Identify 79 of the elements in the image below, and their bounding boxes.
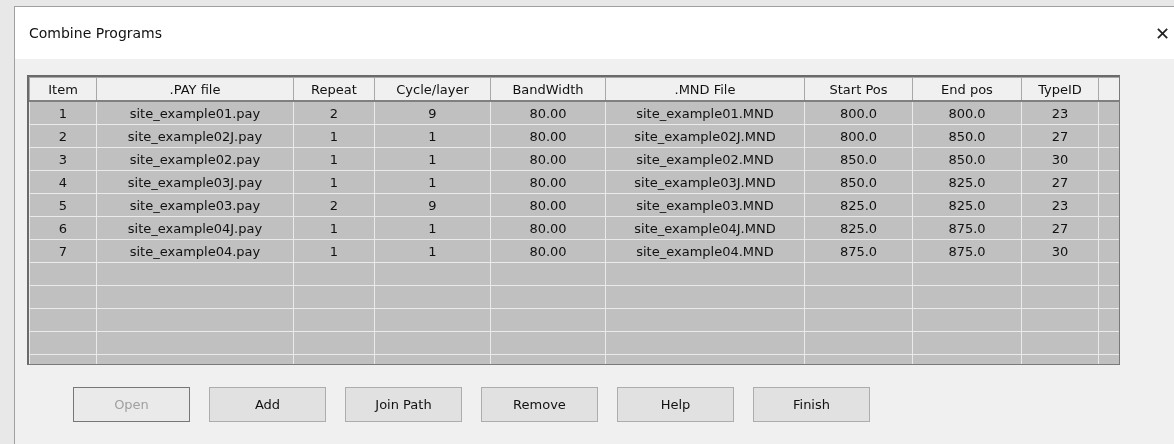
table-cell: 9 — [374, 101, 491, 125]
table-cell: 5 — [29, 193, 97, 217]
table-cell: 850.0 — [804, 147, 913, 171]
table-cell: 800.0 — [804, 124, 913, 148]
table-cell: 825.0 — [804, 216, 913, 240]
column-header[interactable]: Repeat — [293, 77, 375, 101]
table-cell: 3 — [29, 147, 97, 171]
table-cell: site_example02J.pay — [96, 124, 294, 148]
table-cell: site_example02.pay — [96, 147, 294, 171]
table-cell: site_example04.MND — [605, 239, 805, 263]
table-cell: site_example01.MND — [605, 101, 805, 125]
table-cell: 850.0 — [912, 147, 1022, 171]
table-cell: 80.00 — [490, 147, 606, 171]
table-cell: 1 — [293, 124, 375, 148]
table-cell: site_example02.MND — [605, 147, 805, 171]
table-cell: 1 — [29, 101, 97, 125]
dialog-button[interactable]: Finish — [753, 387, 870, 422]
table-cell: 27 — [1021, 216, 1099, 240]
table-cell: 800.0 — [804, 101, 913, 125]
column-header[interactable]: Start Pos — [804, 77, 913, 101]
table-cell: 1 — [293, 239, 375, 263]
column-header[interactable]: TypeID — [1021, 77, 1099, 101]
table-cell: 80.00 — [490, 101, 606, 125]
table-cell: site_example04J.pay — [96, 216, 294, 240]
column-header[interactable]: .PAY file — [96, 77, 294, 101]
table-cell: 850.0 — [804, 170, 913, 194]
table-cell: 1 — [293, 147, 375, 171]
table-cell: site_example04J.MND — [605, 216, 805, 240]
table-cell: site_example03J.pay — [96, 170, 294, 194]
table-cell: 80.00 — [490, 193, 606, 217]
table-cell: 875.0 — [912, 239, 1022, 263]
table-cell: 1 — [374, 170, 491, 194]
table-cell: 9 — [374, 193, 491, 217]
column-header[interactable]: End pos — [912, 77, 1022, 101]
table-cell: 825.0 — [804, 193, 913, 217]
table-cell: 4 — [29, 170, 97, 194]
column-header[interactable]: BandWidth — [490, 77, 606, 101]
table-cell: 1 — [293, 170, 375, 194]
close-button[interactable]: ✕ — [1150, 22, 1174, 44]
dialog-button[interactable]: Join Path — [345, 387, 462, 422]
table-cell: 2 — [29, 124, 97, 148]
table-cell: site_example03J.MND — [605, 170, 805, 194]
table-cell: 7 — [29, 239, 97, 263]
window-title: Combine Programs — [29, 25, 163, 41]
table-cell: 1 — [293, 216, 375, 240]
table-cell: 6 — [29, 216, 97, 240]
column-header[interactable]: Item — [29, 77, 97, 101]
table-cell: 80.00 — [490, 216, 606, 240]
table-cell: site_example04.pay — [96, 239, 294, 263]
table-cell: site_example02J.MND — [605, 124, 805, 148]
table-cell: 23 — [1021, 193, 1099, 217]
table-cell: site_example03.pay — [96, 193, 294, 217]
table-cell: 1 — [374, 239, 491, 263]
table-cell: site_example01.pay — [96, 101, 294, 125]
table-cell: 825.0 — [912, 170, 1022, 194]
column-header[interactable]: .MND File — [605, 77, 805, 101]
table-cell: 1 — [374, 124, 491, 148]
table-cell: 875.0 — [912, 216, 1022, 240]
table-cell: 875.0 — [804, 239, 913, 263]
table-cell: 1 — [374, 147, 491, 171]
table-cell: 23 — [1021, 101, 1099, 125]
dialog-button[interactable]: Add — [209, 387, 326, 422]
table-cell: 850.0 — [912, 124, 1022, 148]
table-cell: 80.00 — [490, 124, 606, 148]
table-cell: 27 — [1021, 170, 1099, 194]
table-cell: 80.00 — [490, 170, 606, 194]
table-cell: 30 — [1021, 239, 1099, 263]
column-header[interactable]: Cycle/layer — [374, 77, 491, 101]
table-cell: 825.0 — [912, 193, 1022, 217]
table-cell: 2 — [293, 101, 375, 125]
table-cell: 1 — [374, 216, 491, 240]
table-cell: site_example03.MND — [605, 193, 805, 217]
table-cell: 80.00 — [490, 239, 606, 263]
dialog-button[interactable]: Remove — [481, 387, 598, 422]
table-cell: 800.0 — [912, 101, 1022, 125]
table-cell: 2 — [293, 193, 375, 217]
table-cell: 27 — [1021, 124, 1099, 148]
dialog-button[interactable]: Help — [617, 387, 734, 422]
table-cell: 30 — [1021, 147, 1099, 171]
